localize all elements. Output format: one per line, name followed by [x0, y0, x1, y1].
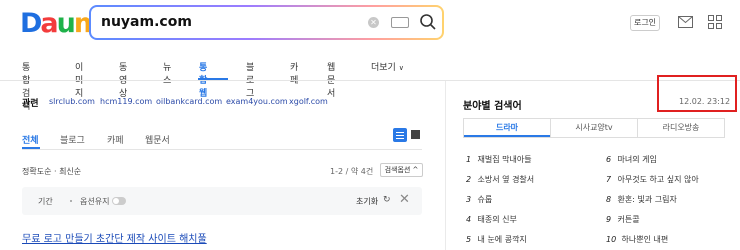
nav-tab-cafe[interactable]: 카페	[290, 60, 298, 86]
keyword-item[interactable]: 9 커튼콜	[606, 214, 640, 225]
reset-button[interactable]: 초기화	[356, 196, 378, 207]
related-link[interactable]: slrclub.com	[49, 97, 95, 106]
keyword-text: 재벌집 막내아들	[477, 155, 532, 164]
keep-option-toggle[interactable]	[112, 197, 126, 205]
list-view-icon[interactable]	[393, 128, 407, 142]
nav-tab-news[interactable]: 뉴스	[163, 60, 171, 86]
keyword-item[interactable]: 1 재벌집 막내아들	[466, 154, 532, 165]
subtab-cafe[interactable]: 카페	[107, 133, 124, 146]
keyboard-icon[interactable]	[391, 17, 409, 28]
app-grid-icon[interactable]	[708, 15, 722, 29]
keyword-text: 마녀의 게임	[617, 155, 657, 164]
keyword-item[interactable]: 5 내 눈에 콩깍지	[466, 234, 527, 245]
keyword-item[interactable]: 2 소방서 옆 경찰서	[466, 174, 534, 185]
highlight-annotation-box	[657, 75, 737, 112]
related-link[interactable]: oilbankcard.com	[156, 97, 222, 106]
keyword-text: 소방서 옆 경찰서	[477, 175, 535, 184]
login-button[interactable]: 로그인	[630, 15, 660, 31]
keyword-item[interactable]: 6 마녀의 게임	[606, 154, 657, 165]
keyword-text: 내 눈에 콩깍지	[477, 235, 527, 244]
keyword-item[interactable]: 4 태종의 신부	[466, 214, 517, 225]
keyword-rank: 9	[606, 215, 612, 224]
reset-icon[interactable]: ↻	[383, 195, 391, 205]
keyword-rank: 8	[606, 195, 612, 204]
keyword-text: 태종의 신부	[477, 215, 517, 224]
search-box[interactable]: nuyam.com ✕	[89, 5, 444, 40]
clear-icon[interactable]: ✕	[368, 17, 379, 28]
keyword-text: 아무것도 하고 싶지 않아	[617, 175, 699, 184]
nav-divider	[0, 80, 740, 81]
subtab-divider	[22, 149, 422, 150]
category-tabs: 드라마 시사교양tv 라디오방송	[463, 118, 725, 138]
keyword-rank: 3	[466, 195, 472, 204]
mail-icon[interactable]	[678, 16, 693, 28]
keep-option-label: 옵션유지	[80, 197, 110, 206]
keyword-item[interactable]: 10 하나뿐인 내편	[606, 234, 668, 245]
keyword-item[interactable]: 8 환혼: 빛과 그림자	[606, 194, 677, 205]
search-icon[interactable]	[419, 13, 437, 31]
subtab-webdoc[interactable]: 웹문서	[145, 133, 170, 146]
separator-dot	[70, 200, 72, 202]
subtab-blog[interactable]: 블로그	[60, 133, 85, 146]
keyword-rank: 4	[466, 215, 472, 224]
search-input[interactable]: nuyam.com	[101, 14, 192, 30]
sort-options[interactable]: 정확도순 · 최신순	[22, 166, 81, 177]
keyword-rank: 1	[466, 155, 472, 164]
close-icon[interactable]: ✕	[399, 192, 410, 207]
keyword-item[interactable]: 7 아무것도 하고 싶지 않아	[606, 174, 699, 185]
tab-current-affairs[interactable]: 시사교양tv	[550, 119, 637, 137]
result-title-link[interactable]: 무료 로고 만들기 초간단 제작 사이트 해치풀	[22, 230, 207, 245]
nav-tab-more[interactable]: 더보기 ∨	[371, 60, 404, 73]
related-link[interactable]: xgolf.com	[289, 97, 328, 106]
category-keywords-title: 분야별 검색어	[463, 101, 522, 112]
keyword-rank: 10	[606, 235, 617, 244]
related-label: 관련	[22, 99, 39, 109]
subtab-all[interactable]: 전체	[22, 133, 39, 146]
column-divider	[445, 81, 446, 250]
tab-radio[interactable]: 라디오방송	[637, 119, 724, 137]
result-count: 1-2 / 약 4건	[330, 167, 374, 176]
nav-more-label: 더보기	[371, 63, 396, 73]
keyword-rank: 7	[606, 175, 612, 184]
related-link[interactable]: hcm119.com	[100, 97, 152, 106]
search-option-button[interactable]: 검색옵션 ^	[380, 163, 423, 177]
keyword-text: 커튼콜	[617, 215, 640, 224]
keyword-text: 슈룹	[477, 195, 493, 204]
chevron-down-icon: ∨	[398, 64, 404, 72]
keyword-item[interactable]: 3 슈룹	[466, 194, 492, 205]
tab-drama[interactable]: 드라마	[464, 119, 550, 137]
period-filter[interactable]: 기간	[38, 196, 53, 207]
keyword-text: 환혼: 빛과 그림자	[617, 195, 677, 204]
keyword-rank: 2	[466, 175, 472, 184]
keyword-rank: 5	[466, 235, 472, 244]
keyword-rank: 6	[606, 155, 612, 164]
related-link[interactable]: exam4you.com	[226, 97, 288, 106]
card-view-icon[interactable]	[411, 130, 420, 139]
keyword-text: 하나뿐인 내편	[621, 235, 669, 244]
